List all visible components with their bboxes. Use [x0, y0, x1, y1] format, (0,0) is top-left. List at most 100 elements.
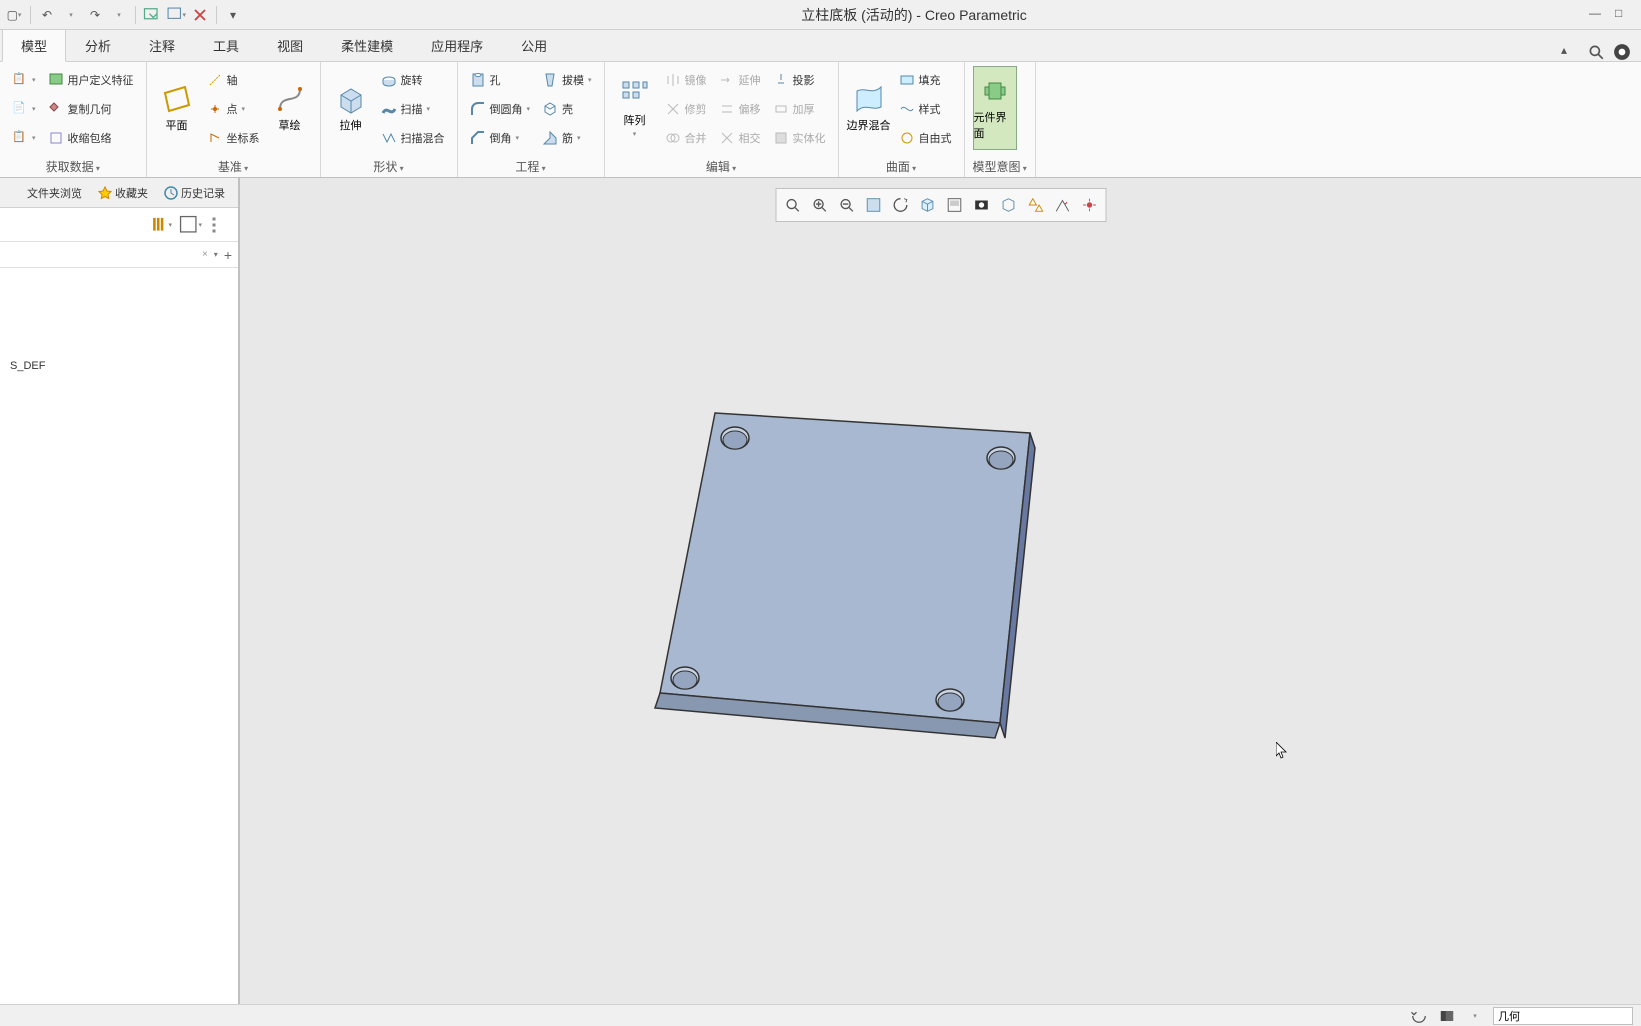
pattern-button[interactable]: 阵列 — [613, 66, 657, 150]
axis-button[interactable]: 轴 — [203, 66, 264, 93]
hole-button[interactable]: 孔 — [466, 66, 535, 93]
navigator-panel: 文件夹浏览 收藏夹 历史记录 × ▾ + S_DEF — [0, 178, 240, 1004]
tab-analysis[interactable]: 分析 — [66, 29, 130, 61]
intersect-button[interactable]: 相交 — [715, 124, 765, 151]
shrinkwrap-button[interactable]: 收缩包络 — [44, 124, 138, 151]
tree-settings-button[interactable] — [148, 213, 172, 237]
offset-button[interactable]: 偏移 — [715, 95, 765, 122]
trim-button[interactable]: 修剪 — [661, 95, 711, 122]
undo-dropdown[interactable] — [61, 5, 81, 25]
sketch-button[interactable]: 草绘 — [268, 66, 312, 150]
status-spin-button[interactable] — [1409, 1006, 1429, 1026]
maximize-button[interactable]: □ — [1615, 6, 1633, 24]
group-edit-label[interactable]: 编辑 — [613, 156, 830, 177]
style-button[interactable]: 样式 — [895, 95, 956, 122]
round-button[interactable]: 倒圆角 — [466, 95, 535, 122]
refit-button[interactable] — [779, 192, 805, 218]
close-window-button[interactable] — [190, 5, 210, 25]
tab-view[interactable]: 视图 — [258, 29, 322, 61]
udf-button[interactable]: 用户定义特征 — [44, 66, 138, 93]
merge-button[interactable]: 合并 — [661, 124, 711, 151]
copygeom-label: 复制几何 — [68, 101, 112, 117]
rib-button[interactable]: 筋 — [538, 124, 596, 151]
solidify-button[interactable]: 实体化 — [769, 124, 830, 151]
sweep-button[interactable]: 扫描 — [377, 95, 449, 122]
group-intent-label[interactable]: 模型意图 — [973, 156, 1027, 177]
collapse-ribbon-button[interactable]: ▴ — [1561, 43, 1579, 61]
fill-button[interactable]: 填充 — [895, 66, 956, 93]
status-find-button[interactable] — [1437, 1006, 1457, 1026]
componentui-button[interactable]: 元件界面 — [973, 66, 1017, 150]
group-datum-label[interactable]: 基准 — [155, 156, 312, 177]
savedviews-button[interactable] — [941, 192, 967, 218]
sweepblend-button[interactable]: 扫描混合 — [377, 124, 449, 151]
file-menu-button[interactable]: ▢ — [4, 5, 24, 25]
group-shape-label[interactable]: 形状 — [329, 156, 449, 177]
paste-button[interactable]: 📋 — [8, 66, 40, 93]
qat-customize[interactable]: ▾ — [223, 5, 243, 25]
tab-annotate[interactable]: 注释 — [130, 29, 194, 61]
minimize-button[interactable]: — — [1589, 6, 1607, 24]
freestyle-button[interactable]: 自由式 — [895, 124, 956, 151]
window-button[interactable] — [166, 5, 186, 25]
help-button[interactable] — [1613, 43, 1631, 61]
viewport[interactable] — [240, 178, 1641, 1004]
nav-tab-history[interactable]: 历史记录 — [158, 182, 231, 204]
tab-common[interactable]: 公用 — [502, 29, 566, 61]
boundary-button[interactable]: 边界混合 — [847, 66, 891, 150]
tree-item-sdef[interactable]: S_DEF — [4, 356, 234, 376]
group-surface-label[interactable]: 曲面 — [847, 156, 956, 177]
datumdisplay-button[interactable] — [1022, 192, 1048, 218]
tree-search-dropdown[interactable]: ▾ — [214, 250, 218, 259]
shell-button[interactable]: 壳 — [538, 95, 596, 122]
project-button[interactable]: 投影 — [769, 66, 830, 93]
group-getdata-label[interactable]: 获取数据 — [8, 156, 138, 177]
tree-display-button[interactable] — [178, 213, 202, 237]
spincenter-button[interactable] — [1076, 192, 1102, 218]
repaint-button[interactable] — [860, 192, 886, 218]
perspective-button[interactable] — [995, 192, 1021, 218]
zoomin-button[interactable] — [806, 192, 832, 218]
regenerate-button[interactable] — [142, 5, 162, 25]
status-filter-input[interactable] — [1493, 1007, 1633, 1025]
status-find-dropdown[interactable] — [1465, 1006, 1485, 1026]
rib-label: 筋 — [562, 130, 573, 146]
undo-button[interactable]: ↶ — [37, 5, 57, 25]
round-label: 倒圆角 — [490, 101, 523, 117]
tree-filter-button[interactable] — [208, 213, 232, 237]
group-edit: 阵列 镜像 修剪 合并 延伸 偏移 相交 投影 加厚 实体化 编辑 — [605, 62, 839, 177]
viewmanager-button[interactable] — [968, 192, 994, 218]
csys-button[interactable]: 坐标系 — [203, 124, 264, 151]
extrude-label: 拉伸 — [340, 117, 362, 133]
redo-button[interactable]: ↷ — [85, 5, 105, 25]
search-button[interactable] — [1587, 43, 1605, 61]
draft-button[interactable]: 拔模 — [538, 66, 596, 93]
displaystyle-button[interactable] — [914, 192, 940, 218]
tab-apps[interactable]: 应用程序 — [412, 29, 502, 61]
plane-button[interactable]: 平面 — [155, 66, 199, 150]
tab-flex[interactable]: 柔性建模 — [322, 29, 412, 61]
tab-model[interactable]: 模型 — [2, 29, 66, 62]
tree-search-clear[interactable]: × — [202, 249, 208, 260]
paste-special-button[interactable]: 📋 — [8, 124, 40, 151]
extrude-button[interactable]: 拉伸 — [329, 66, 373, 150]
copygeom-button[interactable]: 复制几何 — [44, 95, 138, 122]
group-engineering-label[interactable]: 工程 — [466, 156, 596, 177]
thicken-button[interactable]: 加厚 — [769, 95, 830, 122]
window-controls: — □ — [1581, 6, 1641, 24]
chamfer-button[interactable]: 倒角 — [466, 124, 535, 151]
extend-button[interactable]: 延伸 — [715, 66, 765, 93]
mirror-button[interactable]: 镜像 — [661, 66, 711, 93]
point-button[interactable]: 点 — [203, 95, 264, 122]
annotations-button[interactable] — [1049, 192, 1075, 218]
zoomout-button[interactable] — [833, 192, 859, 218]
nav-tab-favorites[interactable]: 收藏夹 — [92, 182, 154, 204]
copy-button[interactable]: 📄 — [8, 95, 40, 122]
tab-tools[interactable]: 工具 — [194, 29, 258, 61]
spin-button[interactable] — [887, 192, 913, 218]
model-tree[interactable]: S_DEF — [0, 268, 238, 1004]
revolve-button[interactable]: 旋转 — [377, 66, 449, 93]
redo-dropdown[interactable] — [109, 5, 129, 25]
nav-tab-folders[interactable]: 文件夹浏览 — [4, 182, 88, 204]
tree-search-add[interactable]: + — [224, 247, 232, 263]
